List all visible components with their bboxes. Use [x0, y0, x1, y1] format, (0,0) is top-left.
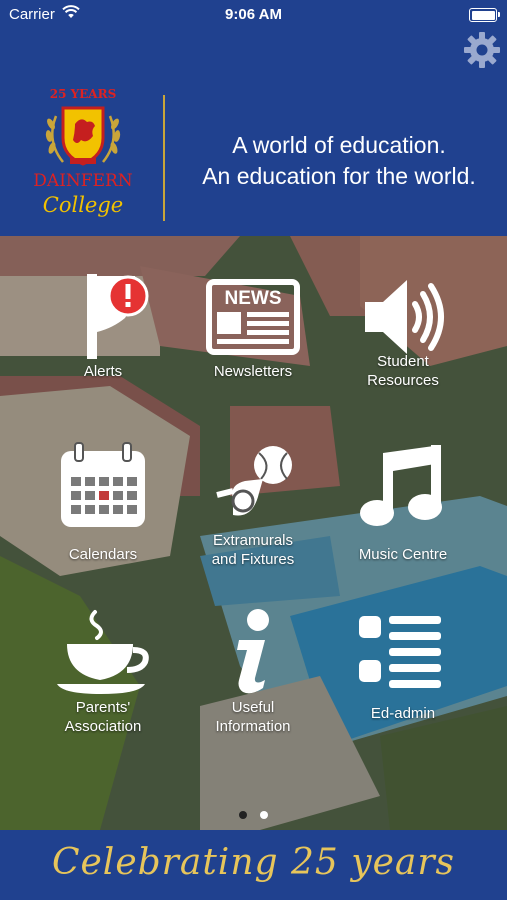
celebrating-banner-text: Celebrating 25 years — [51, 842, 456, 883]
logo-years-text: 25 YEARS — [50, 87, 117, 101]
college-logo: 25 YEARS DAINFERN College — [18, 86, 148, 221]
page-dot-2[interactable] — [259, 811, 268, 819]
newsletters-tile[interactable]: NEWS Newsletters — [178, 276, 328, 381]
parents-association-label-line-2: Association — [64, 718, 142, 735]
student-resources-label: Student Resources — [328, 352, 478, 390]
student-resources-label-line-2: Resources — [367, 372, 439, 389]
list-icon — [359, 616, 441, 688]
coffee-cup-icon — [57, 610, 149, 694]
music-centre-label: Music Centre — [358, 546, 448, 563]
status-bar: Carrier 9:06 AM — [0, 0, 507, 30]
useful-information-tile[interactable]: Useful Information — [178, 608, 328, 736]
extramurals-label-line-1: Extramurals — [212, 532, 294, 549]
flag-alert-icon — [87, 274, 149, 359]
tagline-line-2: An education for the world. — [202, 163, 476, 189]
calendars-label: Calendars — [68, 546, 138, 563]
campus-photo: Alerts NEWS Newsletters Student Resource… — [0, 236, 507, 830]
alerts-label: Alerts — [83, 363, 123, 380]
logo-name-text: DAINFERN — [33, 171, 133, 191]
battery-icon — [469, 8, 500, 22]
clock: 9:06 AM — [225, 6, 282, 23]
useful-information-label-line-2: Information — [215, 718, 291, 735]
parents-association-label-line-1: Parents' — [75, 699, 131, 716]
header-divider — [163, 95, 165, 221]
extramurals-tile[interactable]: Extramurals and Fixtures — [178, 441, 328, 569]
newspaper-icon: NEWS — [206, 279, 300, 355]
tagline-line-1: A world of education. — [232, 132, 446, 158]
student-resources-tile[interactable]: Student Resources — [328, 272, 478, 390]
student-resources-label-line-1: Student — [377, 353, 429, 370]
page-indicator[interactable] — [0, 806, 507, 824]
calendars-tile[interactable]: Calendars — [28, 441, 178, 564]
news-icon-text: NEWS — [225, 288, 282, 309]
sports-icon — [216, 446, 292, 516]
parents-association-label: Parents' Association — [28, 698, 178, 736]
calendar-icon — [61, 442, 145, 527]
newsletters-label: Newsletters — [213, 363, 293, 380]
home-screen: Carrier 9:06 AM 25 YEARS DAINFERN Colleg… — [0, 0, 507, 900]
ed-admin-tile[interactable]: Ed-admin — [328, 608, 478, 723]
info-icon — [237, 609, 269, 694]
extramurals-label-line-2: and Fixtures — [211, 551, 295, 568]
music-centre-tile[interactable]: Music Centre — [328, 441, 478, 564]
alerts-tile[interactable]: Alerts — [28, 272, 178, 381]
gear-icon[interactable] — [462, 30, 502, 70]
tagline: A world of education. An education for t… — [174, 130, 504, 192]
extramurals-label: Extramurals and Fixtures — [178, 531, 328, 569]
parents-association-tile[interactable]: Parents' Association — [28, 608, 178, 736]
logo-college-text: College — [43, 193, 123, 217]
useful-information-label: Useful Information — [178, 698, 328, 736]
speaker-icon — [365, 280, 444, 354]
useful-information-label-line-1: Useful — [231, 699, 275, 716]
ed-admin-label: Ed-admin — [370, 705, 436, 722]
page-dot-1[interactable] — [239, 811, 248, 819]
music-note-icon — [360, 445, 442, 526]
footer-banner: Celebrating 25 years — [0, 830, 507, 900]
